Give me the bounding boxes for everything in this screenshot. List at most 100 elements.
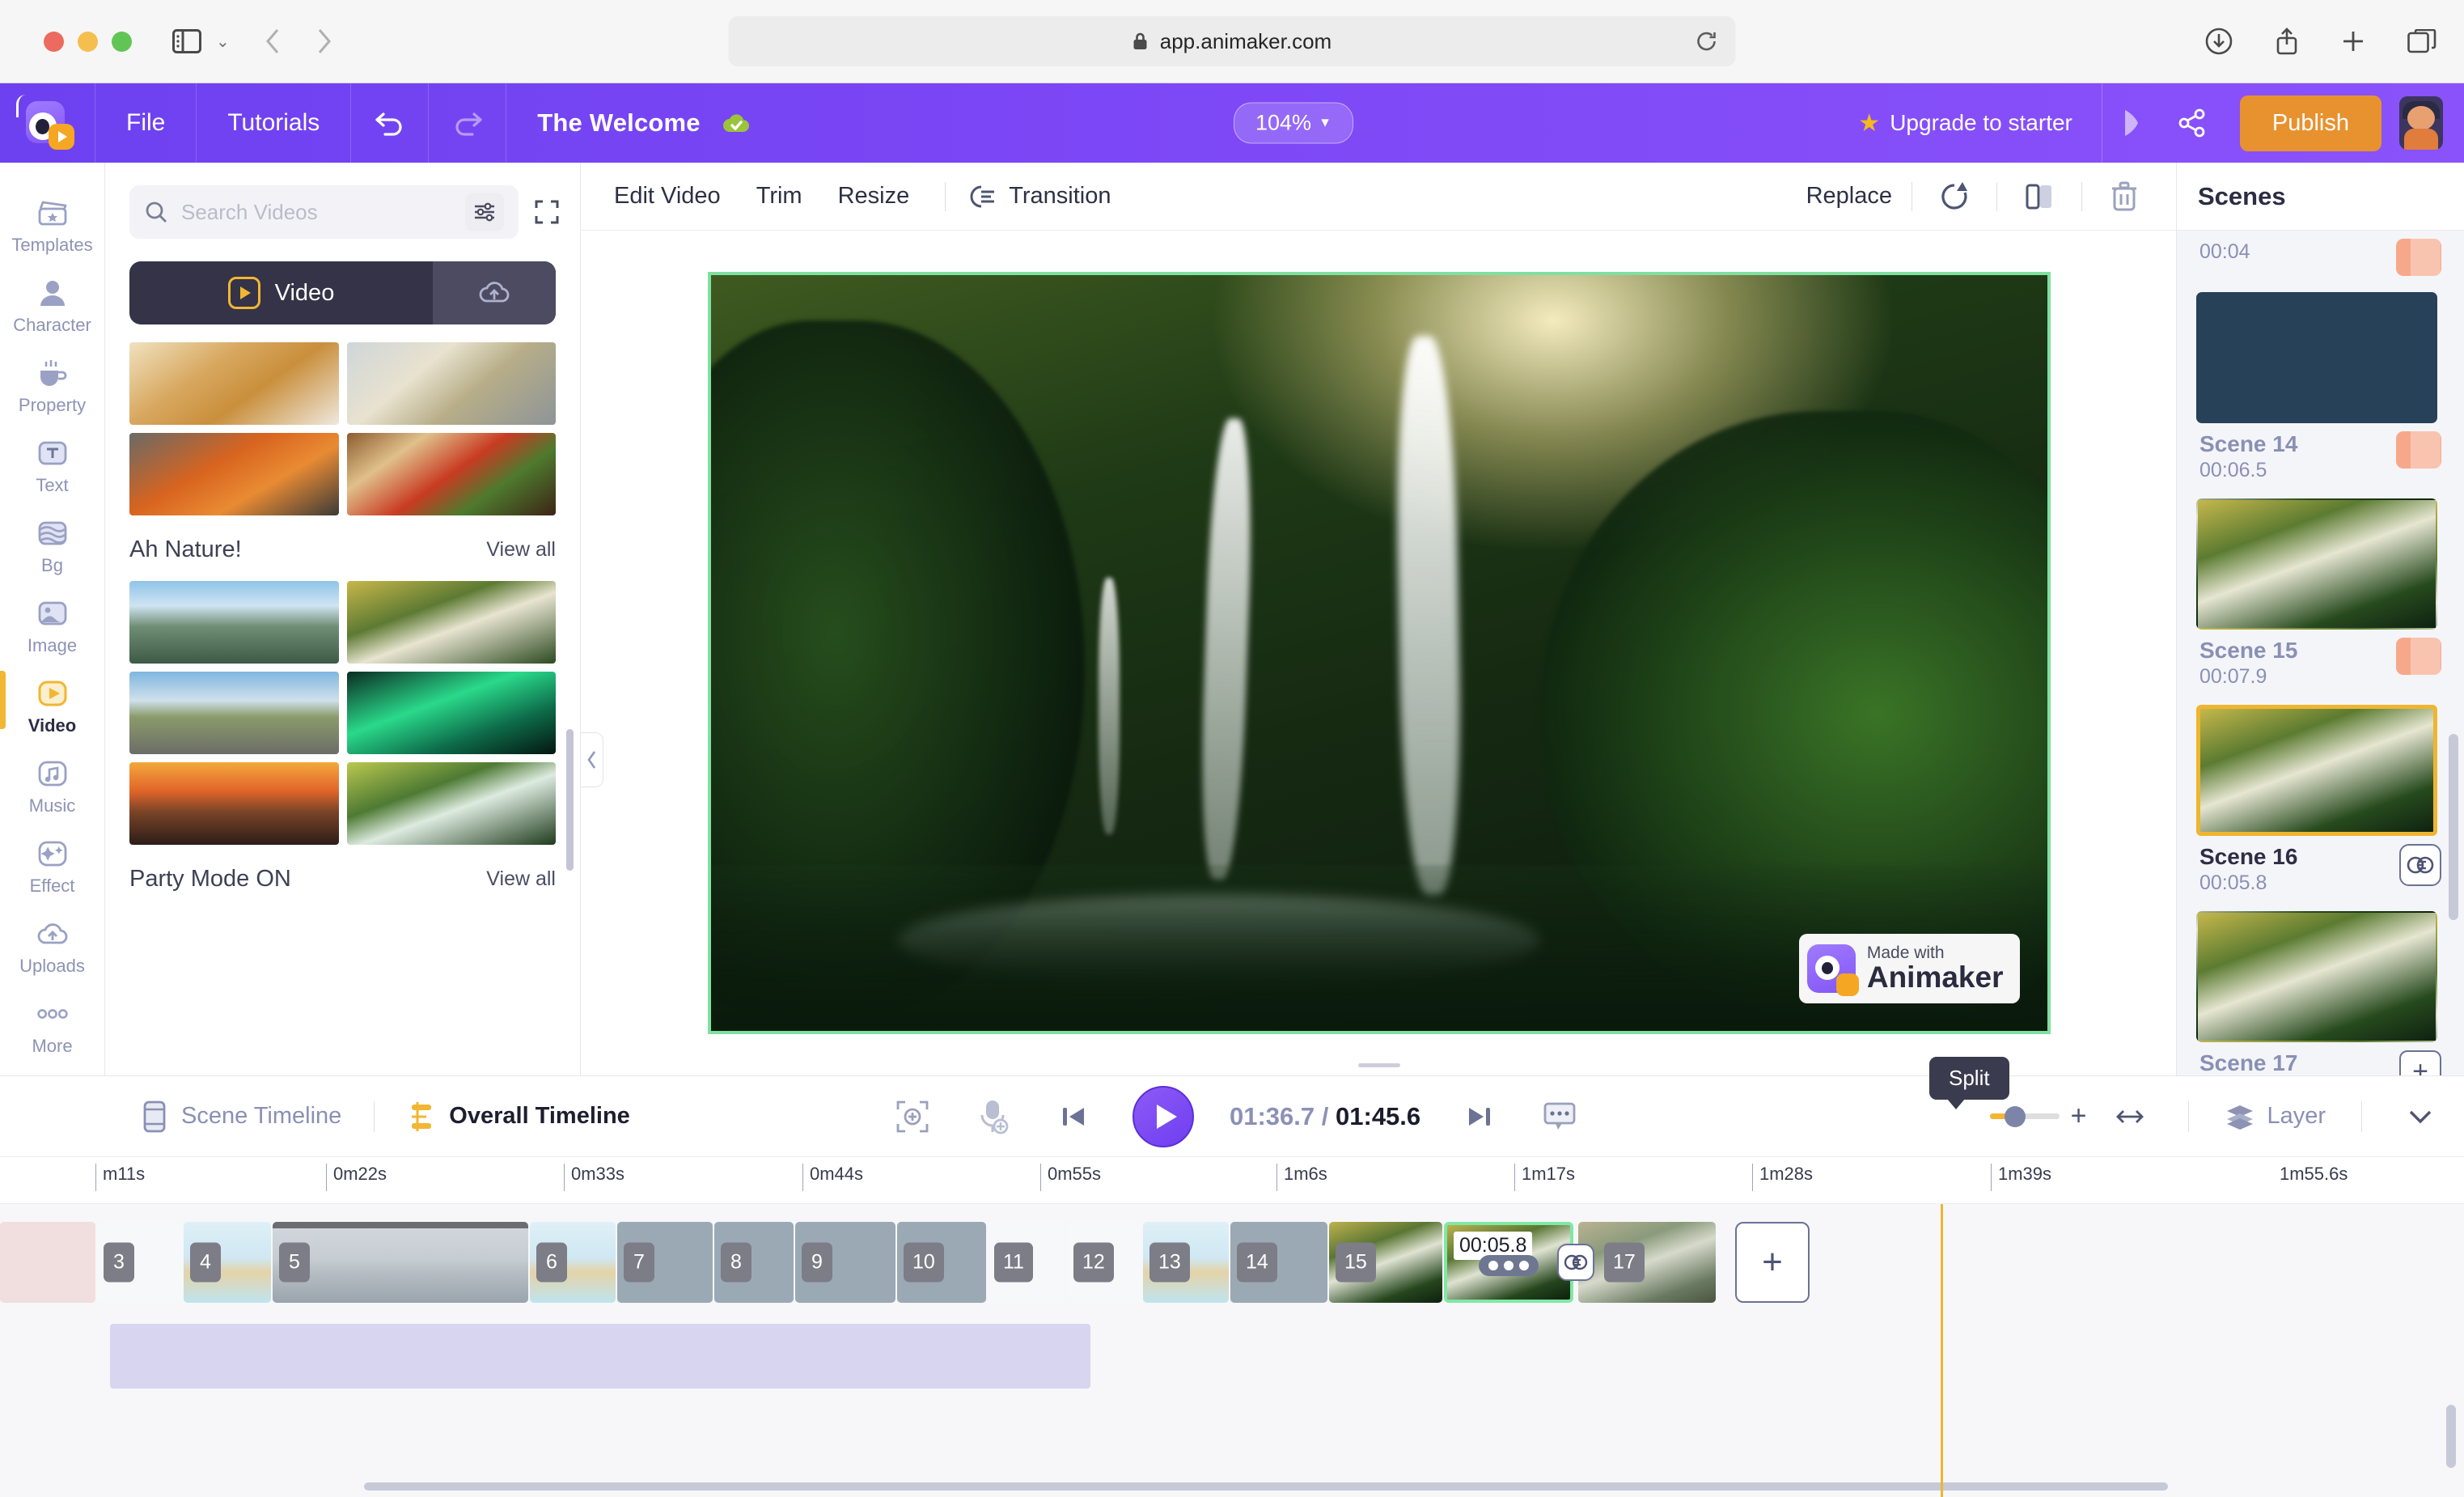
maximize-window-button[interactable] bbox=[112, 32, 132, 52]
playhead[interactable] bbox=[1941, 1204, 1943, 1497]
tab-cloud-upload[interactable] bbox=[433, 261, 556, 324]
transition-button[interactable]: Transition bbox=[968, 183, 1111, 210]
skip-next-icon[interactable] bbox=[1456, 1094, 1501, 1139]
tab-overview-icon[interactable] bbox=[2407, 29, 2436, 53]
scene-thumbnail-selected[interactable] bbox=[2196, 705, 2437, 836]
view-all-link[interactable]: View all bbox=[486, 538, 556, 562]
flip-icon[interactable] bbox=[2017, 174, 2062, 219]
timeline-clip[interactable]: 10 bbox=[897, 1222, 986, 1303]
transition-icon[interactable] bbox=[1557, 1244, 1594, 1281]
timeline-clip[interactable]: 7 bbox=[617, 1222, 713, 1303]
sidebar-item-uploads[interactable]: Uploads bbox=[0, 906, 105, 986]
resize-button[interactable]: Resize bbox=[838, 183, 910, 210]
timeline-clip[interactable]: 3 bbox=[97, 1222, 182, 1303]
timeline-clip[interactable]: 17 bbox=[1578, 1222, 1716, 1303]
expand-icon[interactable] bbox=[533, 189, 561, 235]
transition-icon[interactable] bbox=[2399, 844, 2441, 886]
avatar[interactable] bbox=[2399, 96, 2443, 150]
share-nodes-icon[interactable] bbox=[2162, 83, 2222, 163]
timeline-clip[interactable]: 15 bbox=[1329, 1222, 1442, 1303]
sidebar-toggle-icon[interactable] bbox=[172, 29, 201, 53]
forward-arrow-icon[interactable] bbox=[315, 28, 333, 55]
media-thumb[interactable] bbox=[129, 342, 339, 425]
animaker-logo[interactable] bbox=[0, 83, 95, 163]
replace-button[interactable]: Replace bbox=[1806, 183, 1892, 210]
timeline-clip[interactable]: 9 bbox=[795, 1222, 895, 1303]
trim-button[interactable]: Trim bbox=[756, 183, 802, 210]
sidebar-item-property[interactable]: Property bbox=[0, 346, 105, 426]
scene-card-17[interactable]: Scene 17 00:06.3 + bbox=[2196, 900, 2445, 1075]
add-frame-icon[interactable] bbox=[890, 1094, 935, 1139]
tab-scene-timeline[interactable]: Scene Timeline bbox=[123, 1100, 359, 1134]
comment-icon[interactable] bbox=[1537, 1094, 1582, 1139]
skip-previous-icon[interactable] bbox=[1052, 1094, 1097, 1139]
sidebar-item-bg[interactable]: Bg bbox=[0, 506, 105, 586]
transition-color-badge[interactable] bbox=[2396, 239, 2441, 276]
scene-card-14[interactable]: Scene 14 00:06.5 bbox=[2196, 281, 2445, 487]
reload-icon[interactable] bbox=[1696, 30, 1718, 53]
reset-rotate-icon[interactable] bbox=[1932, 174, 1977, 219]
timeline-clip[interactable]: 5 bbox=[273, 1222, 528, 1303]
download-icon[interactable] bbox=[2205, 28, 2233, 55]
chevron-down-icon[interactable]: ⌄ bbox=[216, 32, 230, 52]
new-tab-icon[interactable] bbox=[2341, 29, 2365, 53]
search-box[interactable] bbox=[129, 185, 519, 239]
media-thumb[interactable] bbox=[347, 581, 557, 664]
sidebar-item-music[interactable]: Music bbox=[0, 746, 105, 826]
add-clip-button[interactable]: + bbox=[1735, 1222, 1810, 1303]
canvas-zoom-selector[interactable]: 104% ▼ bbox=[1234, 103, 1353, 144]
back-arrow-icon[interactable] bbox=[264, 28, 282, 55]
sidebar-item-text[interactable]: Text bbox=[0, 426, 105, 506]
sidebar-item-more[interactable]: More bbox=[0, 986, 105, 1067]
menu-tutorials[interactable]: Tutorials bbox=[197, 83, 351, 163]
sidebar-item-image[interactable]: Image bbox=[0, 586, 105, 666]
scenes-scrollbar[interactable] bbox=[2449, 734, 2458, 920]
media-thumb[interactable] bbox=[129, 433, 339, 515]
collapse-panel-button[interactable] bbox=[581, 732, 603, 787]
add-scene-icon[interactable]: + bbox=[2399, 1050, 2441, 1075]
scene-thumbnail[interactable] bbox=[2196, 292, 2437, 423]
media-thumb[interactable] bbox=[129, 581, 339, 664]
project-title-area[interactable]: The Welcome Vi bbox=[506, 108, 782, 138]
microphone-add-icon[interactable] bbox=[971, 1094, 1016, 1139]
media-thumb[interactable] bbox=[129, 672, 339, 754]
layer-button[interactable]: Layer bbox=[2225, 1103, 2326, 1130]
fit-width-icon[interactable] bbox=[2107, 1094, 2153, 1139]
timeline-clip[interactable] bbox=[0, 1222, 95, 1303]
upgrade-button[interactable]: ★ Upgrade to starter bbox=[1858, 109, 2102, 138]
stage-resize-grip[interactable] bbox=[1358, 1063, 1400, 1067]
media-thumb[interactable] bbox=[129, 762, 339, 845]
video-preview-frame[interactable]: Made with Animaker bbox=[708, 272, 2051, 1034]
preview-icon[interactable] bbox=[2102, 83, 2162, 163]
undo-icon[interactable] bbox=[351, 83, 429, 163]
timeline-clip[interactable]: 11 bbox=[988, 1222, 1065, 1303]
scene-card-16[interactable]: Scene 16 00:05.8 bbox=[2196, 693, 2445, 900]
timeline-clip[interactable]: 8 bbox=[714, 1222, 794, 1303]
search-input[interactable] bbox=[181, 200, 452, 225]
media-thumb[interactable] bbox=[347, 433, 557, 515]
media-thumb[interactable] bbox=[347, 672, 557, 754]
sidebar-item-character[interactable]: Character bbox=[0, 265, 105, 346]
timeline-zoom-slider[interactable]: + bbox=[1990, 1100, 2087, 1132]
timeline-clip[interactable]: 13 bbox=[1143, 1222, 1229, 1303]
sidebar-item-effect[interactable]: Effect bbox=[0, 826, 105, 906]
timeline-ruler[interactable]: m11s 0m22s 0m33s 0m44s 0m55s 1m6s 1m17s … bbox=[0, 1157, 2464, 1204]
scene-thumbnail[interactable] bbox=[2196, 498, 2437, 630]
play-button[interactable] bbox=[1133, 1086, 1194, 1147]
share-icon[interactable] bbox=[2275, 28, 2299, 55]
zoom-in-icon[interactable]: + bbox=[2071, 1100, 2087, 1132]
filter-sliders-icon[interactable] bbox=[465, 193, 504, 231]
tab-overall-timeline[interactable]: Overall Timeline bbox=[389, 1100, 648, 1134]
publish-button[interactable]: Publish bbox=[2240, 95, 2381, 151]
scene-card-15[interactable]: Scene 15 00:07.9 bbox=[2196, 487, 2445, 693]
clip-options-icon[interactable] bbox=[1479, 1255, 1539, 1276]
window-traffic-lights[interactable] bbox=[44, 32, 132, 52]
close-window-button[interactable] bbox=[44, 32, 64, 52]
view-all-link[interactable]: View all bbox=[486, 867, 556, 891]
minimize-window-button[interactable] bbox=[78, 32, 98, 52]
edit-video-button[interactable]: Edit Video bbox=[614, 183, 721, 210]
address-bar[interactable]: app.animaker.com bbox=[729, 16, 1736, 66]
scene-thumbnail[interactable] bbox=[2196, 911, 2437, 1042]
chevron-down-icon[interactable] bbox=[2398, 1094, 2443, 1139]
menu-file[interactable]: File bbox=[95, 83, 197, 163]
